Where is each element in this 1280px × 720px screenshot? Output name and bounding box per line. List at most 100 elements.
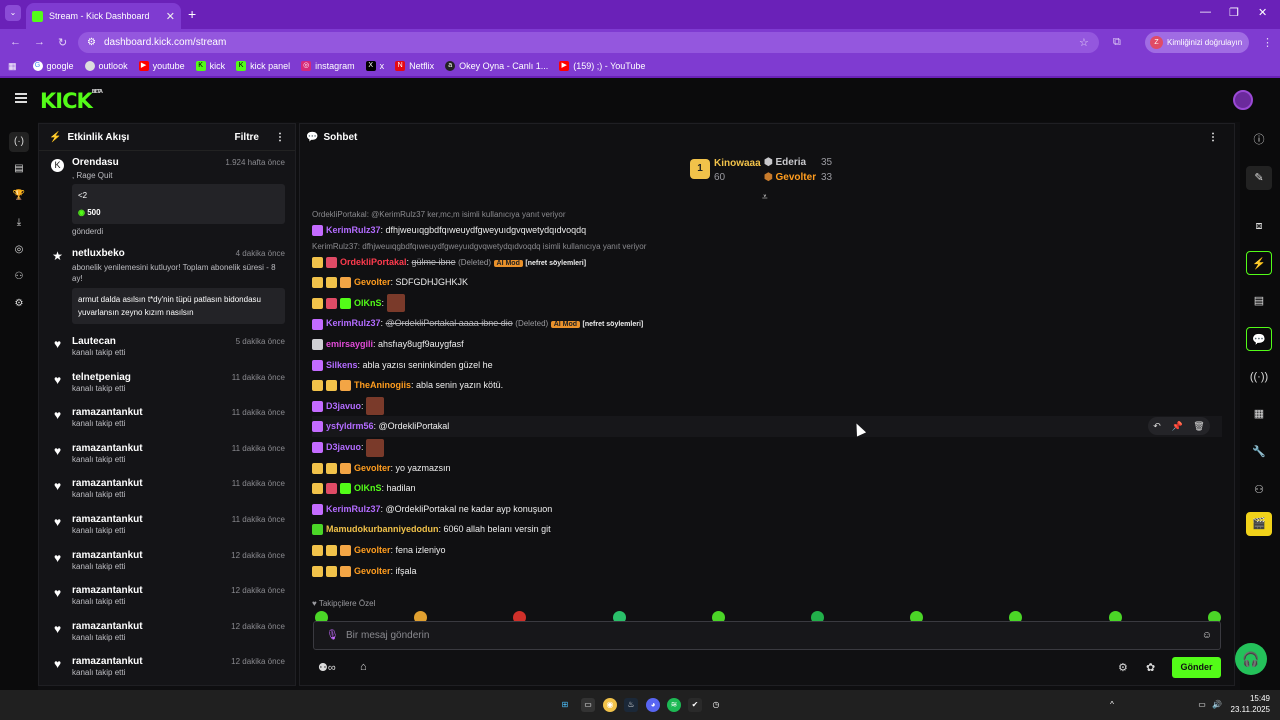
message-username[interactable]: D3javuo [326,442,361,452]
leader-third[interactable]: ⬢ Gevolter [764,172,816,183]
chat-input[interactable]: 🎙 Bir mesaj gönderin ☺ [313,621,1221,650]
tab-search-button[interactable]: ⌄ [5,5,21,21]
verify-identity-button[interactable]: Z Kimliğinizi doğrulayın [1145,32,1249,53]
bookmark-outlook[interactable]: outlook [84,61,128,71]
pin-icon[interactable]: 📌 [1171,417,1182,435]
bookmark-okey[interactable]: a Okey Oyna - Canlı 1... [445,61,548,71]
tray-arrow-icon[interactable]: ^ [1105,698,1119,712]
info-icon[interactable]: ⓘ [1246,128,1272,152]
wrench-icon[interactable]: 🔧 [1246,440,1272,464]
chrome-icon[interactable]: ◉ [603,698,617,712]
chat-message[interactable]: TheAninogiis: abla senin yazın kötü. [312,375,1222,396]
message-username[interactable]: Gevolter [354,277,391,287]
leader-first-name[interactable]: Kinowaaa [714,158,761,169]
bookmark-instagram[interactable]: ◎ instagram [301,61,355,71]
message-username[interactable]: OrdekliPortakal [340,257,407,267]
message-username[interactable]: OlKnS [354,483,382,493]
start-icon[interactable]: ⊞ [558,698,572,712]
browser-tab[interactable]: Stream - Kick Dashboard ✕ [26,3,181,29]
store-icon[interactable]: ⌂ [360,661,367,673]
chat-message[interactable]: ysfyldrm56: @OrdekliPortakal ↶ 📌 🗑 [312,416,1222,437]
network-icon[interactable]: ▭ [1195,698,1209,712]
chat-message[interactable]: Silkens: abla yazısı seninkinden güzel h… [312,355,1222,376]
message-username[interactable]: Gevolter [354,545,391,555]
close-window-button[interactable]: ✕ [1258,6,1267,19]
bookmark-youtube[interactable]: ▶ youtube [138,61,185,71]
message-username[interactable]: Mamudokurbanniyedodun [326,524,439,534]
chat-message[interactable]: emirsaygili: ahsfıay8ugf9auygfasf [312,334,1222,355]
edit-icon[interactable]: ✎ [1246,166,1272,190]
new-tab-button[interactable]: + [188,6,196,22]
chat-message[interactable]: D3javuo: [312,437,1222,458]
broadcast-icon[interactable]: ((·)) [1246,365,1272,389]
clapper-icon[interactable]: 🎬 [1246,512,1272,536]
bookmark-kick-panel[interactable]: Kkick panel [236,61,290,71]
collapse-leaderboard-icon[interactable]: ⩡ [762,192,768,203]
filter-button[interactable]: Filtre [235,132,259,143]
message-username[interactable]: KerimRulz37 [326,318,381,328]
message-username[interactable]: KerimRulz37 [326,225,381,235]
bookmark-star-icon[interactable]: ☆ [1079,36,1089,49]
message-username[interactable]: OlKnS [354,298,382,308]
spotify-icon[interactable]: ≋ [667,698,681,712]
close-tab-icon[interactable]: ✕ [166,10,175,23]
reply-icon[interactable]: ↶ [1153,417,1161,435]
chat-message[interactable]: D3javuo: [312,396,1222,417]
notes-icon[interactable]: ▤ [1246,289,1272,313]
forward-icon[interactable]: → [34,36,45,48]
chat-message[interactable]: Gevolter: yo yazmazsın [312,458,1222,479]
layout-icon[interactable]: ▦ [1246,402,1272,426]
community-icon[interactable]: ⚇ [9,267,29,287]
settings-icon[interactable]: ⚙ [9,294,29,314]
bookmark-google[interactable]: Ggoogle [32,61,74,71]
message-username[interactable]: KerimRulz37 [326,504,381,514]
chat-message[interactable]: Gevolter: ifşala [312,561,1222,582]
chat-message[interactable]: KerimRulz37: @OrdekliPortakal aaaa ibne … [312,313,1222,334]
chat-message[interactable]: OlKnS: [312,293,1222,314]
reply-context[interactable]: OrdekliPortakal: @KerimRulz37 ker,mc,m i… [312,209,1222,220]
reload-icon[interactable]: ↻ [58,36,67,49]
chat-message[interactable]: Gevolter: SDFGDHJGHKJK [312,272,1222,293]
chat-toggle-icon[interactable]: 💬 [1246,327,1272,351]
send-button[interactable]: Gönder [1172,657,1221,678]
clock[interactable]: 15:49 23.11.2025 [1230,693,1270,715]
stream-icon[interactable]: (·) [9,132,29,152]
discord-icon[interactable]: ◕ [646,698,660,712]
chat-message[interactable]: OlKnS: hadilan [312,478,1222,499]
moderation-icon[interactable]: ◎ [9,240,29,260]
activity-bolt-icon[interactable]: ⚡ [1246,251,1272,275]
message-username[interactable]: TheAninogiis [354,380,411,390]
browser-menu-icon[interactable]: ⋮ [1262,36,1273,49]
site-info-icon[interactable]: ⚙ [87,32,96,53]
reply-context[interactable]: KerimRulz37: dfhjweuıqgbdfqıweuydfgweyuı… [312,241,1222,252]
chat-message[interactable]: KerimRulz37: dfhjweuıqgbdfqıweuydfgweyuı… [312,220,1222,241]
upload-icon[interactable]: ⤓ [9,213,29,233]
bookmark-kick[interactable]: Kkick [195,61,225,71]
user-avatar[interactable] [1233,90,1253,110]
share-icon[interactable]: ⚇ [1246,478,1272,502]
message-username[interactable]: Gevolter [354,566,391,576]
bookmark-x[interactable]: Xx [365,61,384,71]
delete-icon[interactable]: 🗑 [1193,417,1204,435]
message-username[interactable]: Gevolter [354,463,391,473]
minimize-button[interactable]: — [1200,6,1211,18]
points-icon[interactable]: ⚉∞ [318,661,336,674]
analytics-icon[interactable]: ▤ [9,159,29,179]
bookmark-youtube-2[interactable]: ▶ (159) ;) - YouTube [559,61,645,71]
url-input[interactable]: ⚙ dashboard.kick.com/stream [78,32,1099,53]
message-username[interactable]: D3javuo [326,401,361,411]
support-chat-button[interactable]: 🎧 [1235,643,1267,675]
chat-settings-icon[interactable]: ⚙ [1118,661,1128,674]
bookmark-netflix[interactable]: N Netflix [395,61,434,71]
menu-icon[interactable] [15,93,27,103]
mic-icon[interactable]: 🎙 [326,622,339,649]
clock-app-icon[interactable]: ◷ [709,698,723,712]
app-icon[interactable]: ✔ [688,698,702,712]
back-icon[interactable]: ← [10,36,21,48]
chat-options-icon[interactable]: ⋮ [1208,132,1218,143]
volume-icon[interactable]: 🔊 [1210,698,1224,712]
maximize-button[interactable]: ❐ [1229,6,1239,19]
steam-icon[interactable]: ♨ [624,698,638,712]
gift-icon[interactable]: ✿ [1146,661,1155,674]
message-username[interactable]: ysfyldrm56 [326,421,374,431]
